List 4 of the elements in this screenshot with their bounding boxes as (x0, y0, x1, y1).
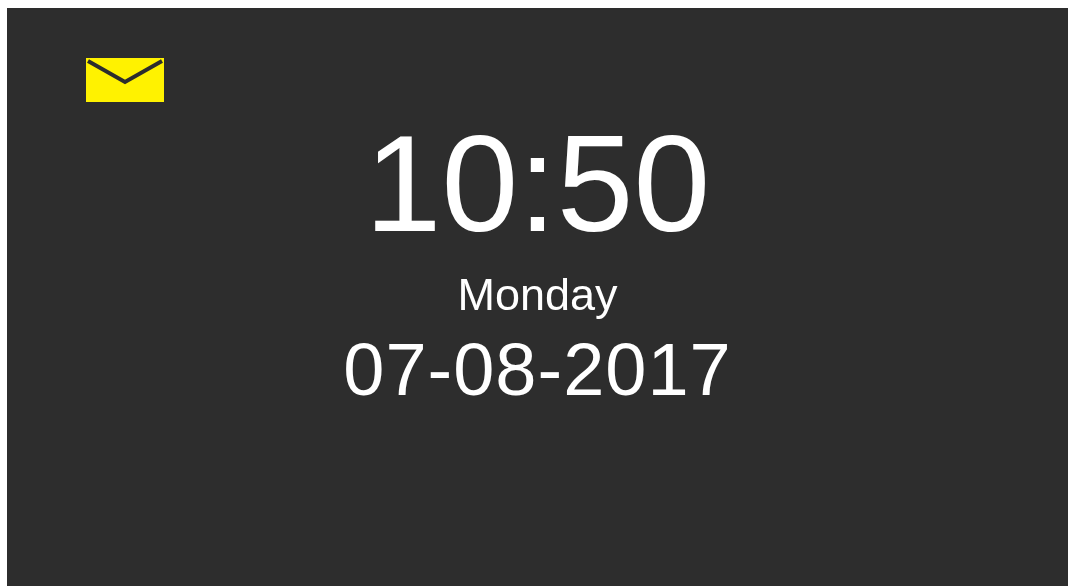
weekday-label: Monday (457, 272, 618, 317)
date-label: 07-08-2017 (343, 333, 732, 407)
envelope-icon (86, 58, 164, 102)
clock-time: 10:50 (364, 114, 711, 252)
